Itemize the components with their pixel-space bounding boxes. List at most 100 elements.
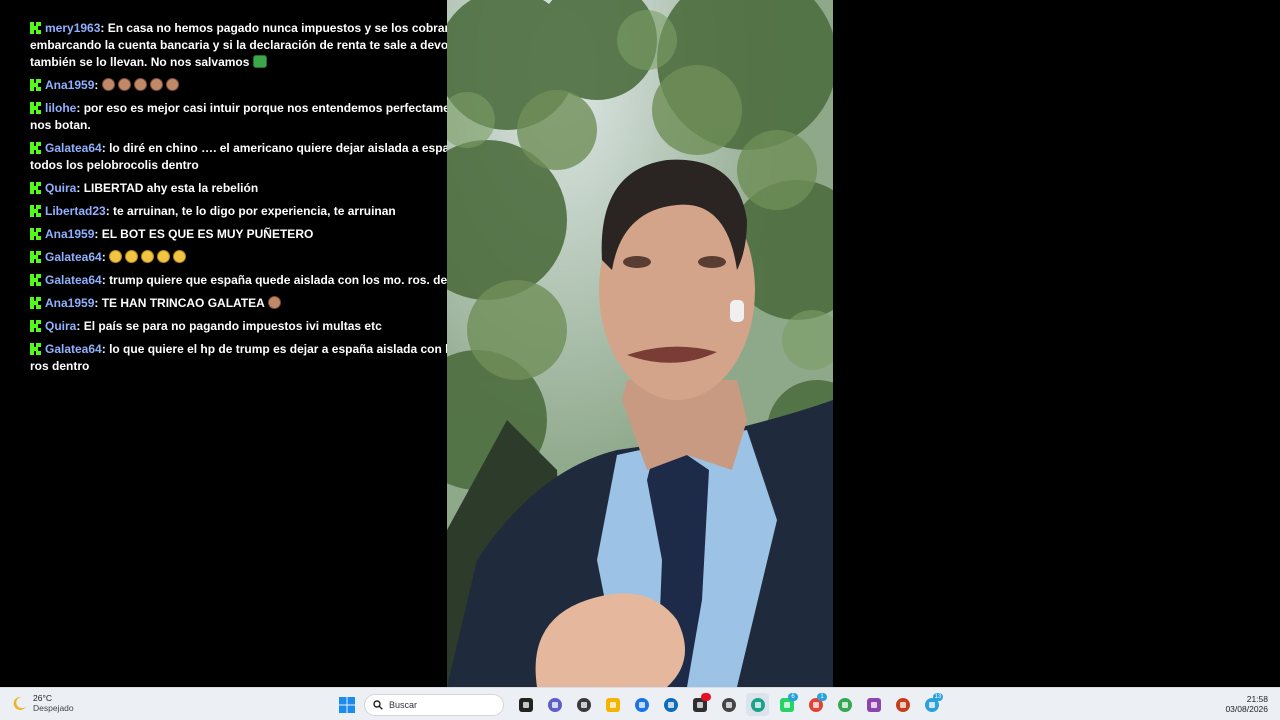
outlook-taskbar-button[interactable]: [659, 693, 682, 716]
file-explorer-taskbar-button[interactable]: [601, 693, 624, 716]
weather-condition: Despejado: [33, 703, 74, 713]
chat-message: Ana1959:: [30, 77, 500, 94]
chrome-icon: [837, 697, 852, 712]
chat-message: Libertad23: te arruinan, te lo digo por …: [30, 203, 500, 220]
video-frame: [447, 0, 833, 687]
taskbar: 26°C Despejado Buscar 6 1 13 21:58 03/08/2…: [0, 687, 1280, 720]
chat-username[interactable]: Ana1959: [45, 78, 94, 92]
teams-taskbar-button[interactable]: [543, 693, 566, 716]
kick-logo-icon: [30, 228, 41, 240]
moon-icon: [13, 696, 27, 710]
outlook-icon: [663, 697, 678, 712]
chat-text: LIBERTAD ahy esta la rebelión: [83, 181, 259, 195]
notification-badge: 1: [817, 693, 827, 701]
kick-logo-icon: [30, 297, 41, 309]
chat-text: EL BOT ES QUE ES MUY PUÑETERO: [101, 227, 314, 241]
telegram-taskbar-button[interactable]: 13: [920, 693, 943, 716]
powerpoint-taskbar-button[interactable]: [891, 693, 914, 716]
cube-app-icon: [721, 697, 736, 712]
emoji-icon: [165, 78, 179, 91]
weather-temp: 26°C: [33, 693, 52, 703]
chat-username[interactable]: Galatea64: [45, 342, 102, 356]
emoji-icon: [141, 250, 155, 263]
chat-username[interactable]: Galatea64: [45, 250, 102, 264]
obs-taskbar-button[interactable]: [688, 693, 711, 716]
chat-panel: mery1963: En casa no hemos pagado nunca …: [30, 20, 500, 371]
app-circle-taskbar-button[interactable]: [862, 693, 885, 716]
whatsapp-taskbar-button[interactable]: 6: [775, 693, 798, 716]
app-circle-icon: [866, 697, 881, 712]
chat-message: Quira: El país se para no pagando impues…: [30, 318, 500, 335]
kick-logo-icon: [30, 22, 41, 34]
powerpoint-icon: [895, 697, 910, 712]
notification-badge: [701, 693, 711, 701]
chat-username[interactable]: Quira: [45, 181, 76, 195]
kick-logo-icon: [30, 251, 41, 263]
chat-username[interactable]: Galatea64: [45, 141, 102, 155]
chat-message: Ana1959: EL BOT ES QUE ES MUY PUÑETERO: [30, 226, 500, 243]
chat-text: te arruinan, te lo digo por experiencia,…: [113, 204, 396, 218]
chat-message: Quira: LIBERTAD ahy esta la rebelión: [30, 180, 500, 197]
video-player[interactable]: [447, 0, 833, 687]
chat-message: mery1963: En casa no hemos pagado nunca …: [30, 21, 470, 69]
clock-date: 03/08/2026: [1225, 704, 1268, 714]
chat-message: lilohe: por eso es mejor casi intuir por…: [30, 101, 496, 132]
chat-message: Galatea64: lo que quiere el hp de trump …: [30, 342, 488, 371]
taskbar-search[interactable]: Buscar: [364, 693, 504, 716]
chat-username[interactable]: Galatea64: [45, 273, 102, 287]
emoji-icon: [173, 250, 187, 263]
emoji-icon: [101, 78, 115, 91]
chat-text: por eso es mejor casi intuir porque nos …: [30, 101, 496, 132]
notification-badge: 13: [933, 693, 943, 701]
chat-username[interactable]: Quira: [45, 319, 76, 333]
emoji-icon: [157, 250, 171, 263]
edge-taskbar-button[interactable]: [746, 693, 769, 716]
chat-message: Galatea64: trump quiere que españa quede…: [30, 272, 500, 289]
teams-icon: [547, 697, 562, 712]
kick-logo-icon: [30, 142, 41, 154]
kick-logo-icon: [30, 274, 41, 286]
chat-message: Galatea64:: [30, 249, 500, 266]
emoji-icon: [267, 296, 281, 309]
kick-logo-icon: [30, 343, 41, 355]
chat-username[interactable]: lilohe: [45, 101, 76, 115]
clock-time: 21:58: [1246, 694, 1268, 704]
kick-logo-icon: [30, 320, 41, 332]
kick-logo-icon: [30, 205, 41, 217]
kick-logo-icon: [30, 79, 41, 91]
chat-username[interactable]: Ana1959: [45, 227, 94, 241]
start-button[interactable]: [336, 694, 358, 716]
search-placeholder: Buscar: [389, 699, 418, 710]
chat-text: TE HAN TRINCAO GALATEA: [101, 296, 265, 310]
weather-widget[interactable]: 26°C Despejado: [12, 693, 74, 713]
emoji-icon: [109, 250, 123, 263]
task-view-icon: [518, 697, 533, 712]
emoji-icon: [252, 55, 267, 68]
windows-icon: [339, 696, 355, 713]
file-explorer-icon: [605, 697, 620, 712]
notification-badge: 6: [788, 693, 798, 701]
emoji-icon: [117, 78, 131, 91]
chrome-taskbar-button[interactable]: [833, 693, 856, 716]
chrome-profile-taskbar-button[interactable]: 1: [804, 693, 827, 716]
media-app-taskbar-button[interactable]: [572, 693, 595, 716]
emoji-icon: [125, 250, 139, 263]
edge-icon: [750, 697, 765, 712]
emoji-icon: [133, 78, 147, 91]
kick-logo-icon: [30, 102, 41, 114]
chat-text: El país se para no pagando impuestos ivi…: [83, 319, 382, 333]
chat-text: trump quiere que españa quede aislada co…: [109, 273, 471, 287]
system-clock[interactable]: 21:58 03/08/2026: [1225, 694, 1268, 714]
chat-username[interactable]: Libertad23: [45, 204, 106, 218]
store-icon: [634, 697, 649, 712]
chat-username[interactable]: Ana1959: [45, 296, 94, 310]
kick-logo-icon: [30, 182, 41, 194]
chat-message: Ana1959: TE HAN TRINCAO GALATEA: [30, 295, 500, 312]
chat-message: Galatea64: lo diré en chino …. el americ…: [30, 141, 488, 172]
chat-username[interactable]: mery1963: [45, 21, 100, 35]
task-view-taskbar-button[interactable]: [514, 693, 537, 716]
search-icon: [373, 699, 383, 710]
media-app-icon: [576, 697, 591, 712]
store-taskbar-button[interactable]: [630, 693, 653, 716]
cube-app-taskbar-button[interactable]: [717, 693, 740, 716]
